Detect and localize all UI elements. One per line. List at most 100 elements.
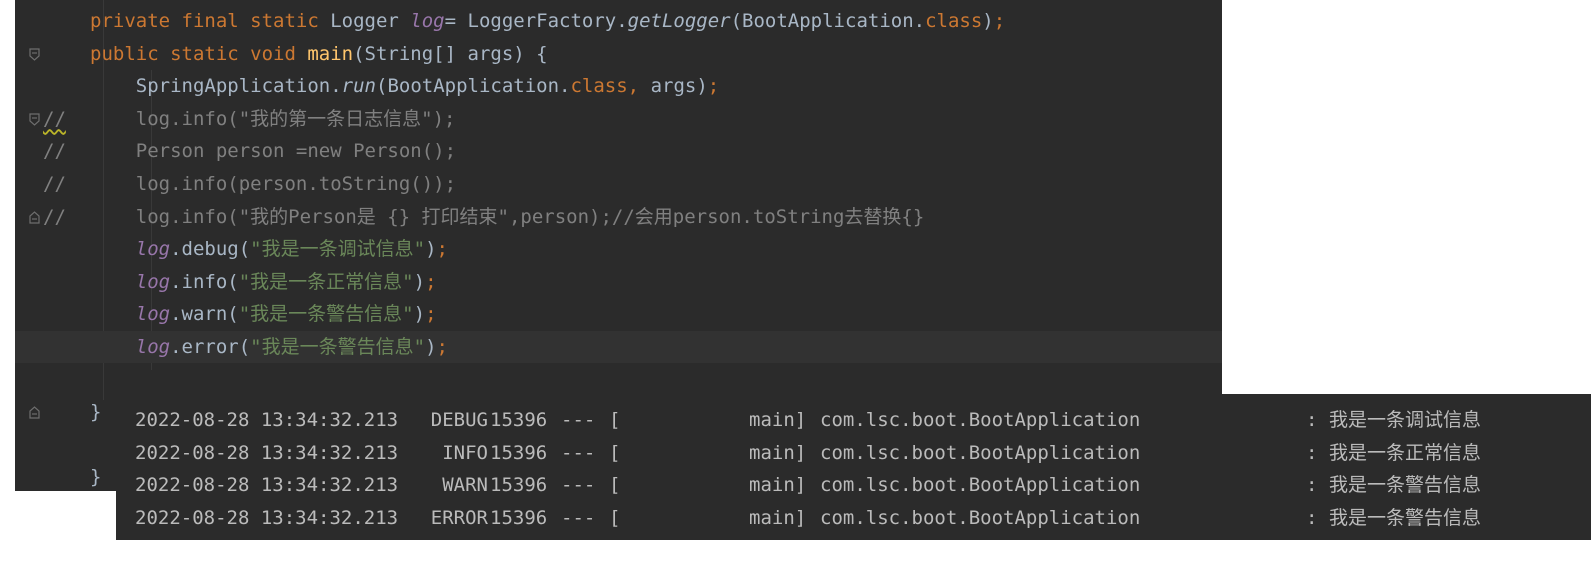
log-pid: 15396 [490,506,548,529]
code-text: log.info(person.toString()); [90,168,456,200]
code-line[interactable]: // log.info(person.toString()); [15,168,1222,200]
log-separator: --- [561,409,596,431]
log-thread-bracket: [ [609,409,621,431]
code-token: ; [436,238,448,261]
fold-start-icon[interactable] [29,47,40,61]
fold-end-icon[interactable] [29,406,40,419]
log-thread: main] [749,441,807,464]
line-comment-marker: // [43,173,66,195]
line-comment-marker: // [43,140,66,163]
code-token: Logger [330,10,411,32]
log-separator: --- [561,441,596,464]
code-line[interactable]: log.error("我是一条警告信息"); [15,331,1222,363]
log-pid: 15396 [490,474,548,496]
console-log-line[interactable]: 2022-08-28 13:34:32.213 DEBUG 15396 --- [mai… [116,404,1591,436]
code-text: log.warn("我是一条警告信息"); [90,298,437,330]
log-pid: 15396 [490,409,548,431]
log-thread: main] [749,506,807,529]
log-level: INFO [442,441,488,464]
log-timestamp: 2022-08-28 13:34:32.213 [135,441,399,464]
log-thread-bracket: [ [609,441,621,464]
code-token: ; [707,75,720,98]
code-text: log.info("我是一条正常信息"); [90,266,437,298]
code-line[interactable]: private final static Logger log= LoggerF… [15,5,1222,37]
code-line[interactable]: log.debug("我是一条调试信息"); [15,233,1222,265]
code-token: "我是一条正常信息" [238,270,414,293]
code-token: ; [993,10,1006,32]
code-token: class [570,75,628,98]
code-token: ) [982,10,994,32]
code-line[interactable]: // Person person =new Person(); [15,135,1222,167]
code-token: (BootApplication. [730,10,926,32]
log-colon: : [1306,474,1318,496]
code-token: "我是一条警告信息" [250,336,426,358]
log-level: WARN [442,474,488,496]
console-log-line[interactable]: 2022-08-28 13:34:32.213 WARN 15396 --- [main… [116,469,1591,501]
code-token: log [135,238,171,261]
line-comment-marker: // [43,205,66,228]
log-timestamp: 2022-08-28 13:34:32.213 [135,506,399,529]
log-level: ERROR [430,506,488,529]
console-log-line[interactable]: 2022-08-28 13:34:32.213 ERROR 15396 --- [ mai… [116,502,1591,534]
log-thread-bracket: [ [609,506,621,529]
code-token: log.info(person.toString()); [90,173,457,195]
fold-end-icon[interactable] [29,210,40,224]
code-token: } [90,466,102,489]
code-text: SpringApplication.run(BootApplication.cl… [90,70,719,102]
code-token: ) [425,238,437,261]
code-line[interactable]: log.warn("我是一条警告信息"); [15,298,1222,330]
code-token: class [925,10,983,32]
code-line[interactable] [15,364,1222,396]
log-colon: : [1306,409,1318,431]
code-token: (BootApplication. [376,75,571,98]
code-text: private final static Logger log= LoggerF… [90,5,1005,37]
log-logger-name: com.lsc.boot.BootApplication [820,506,1141,529]
log-message: 我是一条警告信息 [1329,474,1482,496]
code-token: ; [425,270,437,293]
code-token: log [135,303,171,326]
log-separator: --- [561,474,596,496]
code-token: = LoggerFactory. [444,10,628,32]
log-logger-name: com.lsc.boot.BootApplication [820,441,1141,464]
code-text: } [90,396,101,428]
code-text: public static void main(String[] args) { [90,38,548,70]
console-output[interactable]: 2022-08-28 13:34:32.213 DEBUG 15396 ---[mai… [116,394,1591,540]
code-token: "我是一条警告信息" [238,303,414,326]
log-timestamp: 2022-08-28 13:34:32.213 [135,474,399,496]
code-line[interactable]: public static void main(String[] args) { [15,38,1222,70]
code-token: private final static [90,10,331,32]
code-token: public static void [90,42,308,65]
code-token: Person person =new Person(); [90,140,457,163]
code-line[interactable]: log.info("我是一条正常信息"); [15,266,1222,298]
code-line[interactable]: SpringApplication.run(BootApplication.cl… [15,70,1222,102]
code-token: log [135,336,171,358]
code-token: ; [436,336,448,358]
code-line[interactable]: // log.info("我的Person是 {} 打印结束",person);… [15,201,1222,233]
log-thread-bracket: [ [609,474,621,496]
code-text: Person person =new Person(); [90,135,456,167]
code-text: log.debug("我是一条调试信息"); [90,233,448,265]
code-line[interactable]: // log.info("我的第一条日志信息"); [15,103,1222,135]
log-message: 我是一条警告信息 [1329,506,1482,529]
code-token: .warn( [170,303,239,326]
code-token: ) [425,336,437,358]
code-token: } [90,401,102,424]
log-thread: main] [749,409,807,431]
code-token: , [627,75,651,98]
log-separator: --- [561,506,596,529]
code-token: log [410,10,445,32]
code-token: .error( [170,336,251,358]
fold-start-icon[interactable] [29,113,40,126]
console-log-line[interactable]: 2022-08-28 13:34:32.213 INFO 15396 --- [ main… [116,437,1591,469]
code-token: ) [413,270,426,293]
code-token: .debug( [170,238,251,261]
code-token: log.info("我的Person是 {} 打印结束",person);//会… [90,205,925,228]
code-text: log.info("我的Person是 {} 打印结束",person);//会… [90,201,925,233]
log-pid: 15396 [490,441,548,464]
log-message: 我是一条正常信息 [1329,441,1482,464]
code-token: (String[] args) { [353,42,548,65]
